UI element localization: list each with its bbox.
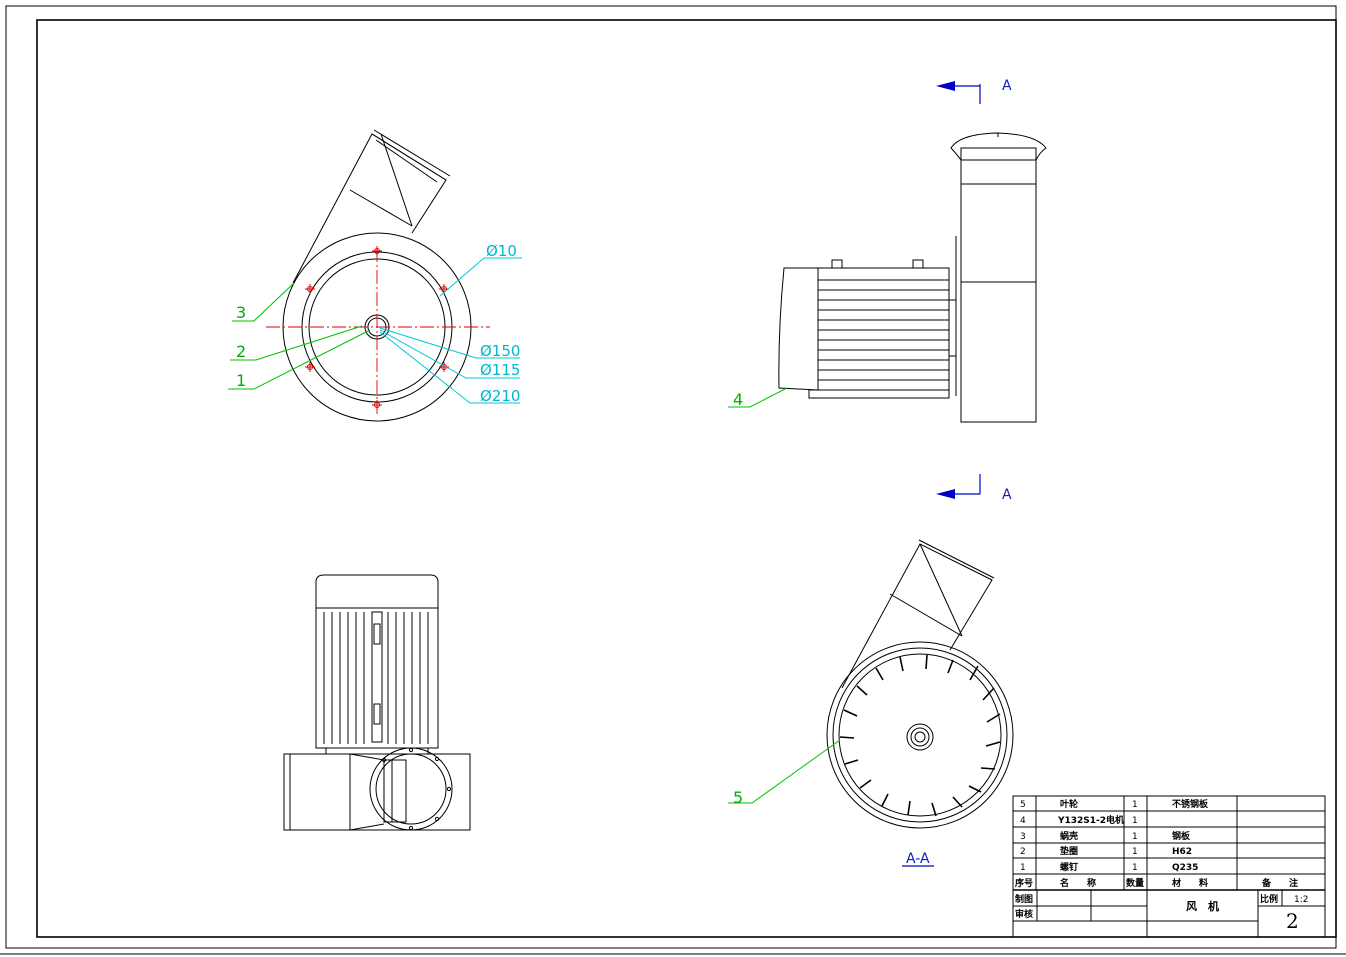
dim-dia150: Ø150 (480, 342, 520, 360)
row1-qty: 1 (1132, 863, 1138, 873)
header-name: 名 称 (1060, 877, 1096, 889)
row2-no: 2 (1020, 847, 1026, 857)
callout-5: 5 (733, 788, 743, 807)
section-label: A-A (906, 851, 930, 867)
drawing-sheet: Ø10 Ø150 Ø115 Ø210 3 2 1 A A 4 5 A-A 5 叶… (0, 5, 1346, 955)
front-view (228, 129, 522, 422)
dim-dia10: Ø10 (486, 242, 517, 260)
callout-1: 1 (236, 371, 246, 390)
header-note: 备 注 (1261, 877, 1298, 889)
drawn-by-label: 制图 (1015, 893, 1033, 905)
row2-qty: 1 (1132, 847, 1138, 857)
row3-name: 蜗壳 (1060, 830, 1078, 842)
row3-no: 3 (1020, 832, 1026, 842)
row5-qty: 1 (1132, 800, 1138, 810)
side-view (728, 81, 1047, 499)
row5-material: 不锈钢板 (1172, 798, 1209, 810)
header-material: 材 料 (1171, 877, 1208, 889)
header-no: 序号 (1015, 877, 1033, 889)
section-mark-bottom: A (1002, 487, 1012, 503)
motor-fins (818, 279, 949, 381)
header-qty: 数量 (1126, 877, 1144, 889)
drawing-title: 风 机 (1186, 899, 1219, 913)
row4-no: 4 (1020, 816, 1026, 826)
row1-material: Q235 (1172, 863, 1198, 873)
dim-dia210: Ø210 (480, 387, 520, 405)
row3-qty: 1 (1132, 832, 1138, 842)
row5-no: 5 (1020, 800, 1026, 810)
section-mark-top: A (1002, 78, 1012, 94)
row3-material: 钢板 (1172, 830, 1191, 842)
callout-4: 4 (733, 390, 743, 409)
top-view (283, 574, 471, 831)
row1-no: 1 (1020, 863, 1026, 873)
scale-value: 1:2 (1294, 895, 1308, 905)
checked-by-label: 审核 (1015, 908, 1033, 920)
inner-frame (36, 19, 1337, 938)
row2-material: H62 (1172, 847, 1192, 857)
section-view (728, 539, 1014, 867)
row1-name: 螺钉 (1060, 861, 1078, 873)
row4-qty: 1 (1132, 816, 1138, 826)
row2-name: 垫圈 (1060, 845, 1078, 857)
row5-name: 叶轮 (1060, 798, 1078, 810)
scale-label: 比例 (1260, 893, 1278, 905)
impeller-blades (839, 654, 1001, 817)
row4-name: Y132S1-2电机 (1057, 814, 1124, 826)
callout-2: 2 (236, 342, 246, 361)
dim-dia115: Ø115 (480, 361, 520, 379)
sheet-number: 2 (1286, 909, 1299, 933)
callout-3: 3 (236, 303, 246, 322)
